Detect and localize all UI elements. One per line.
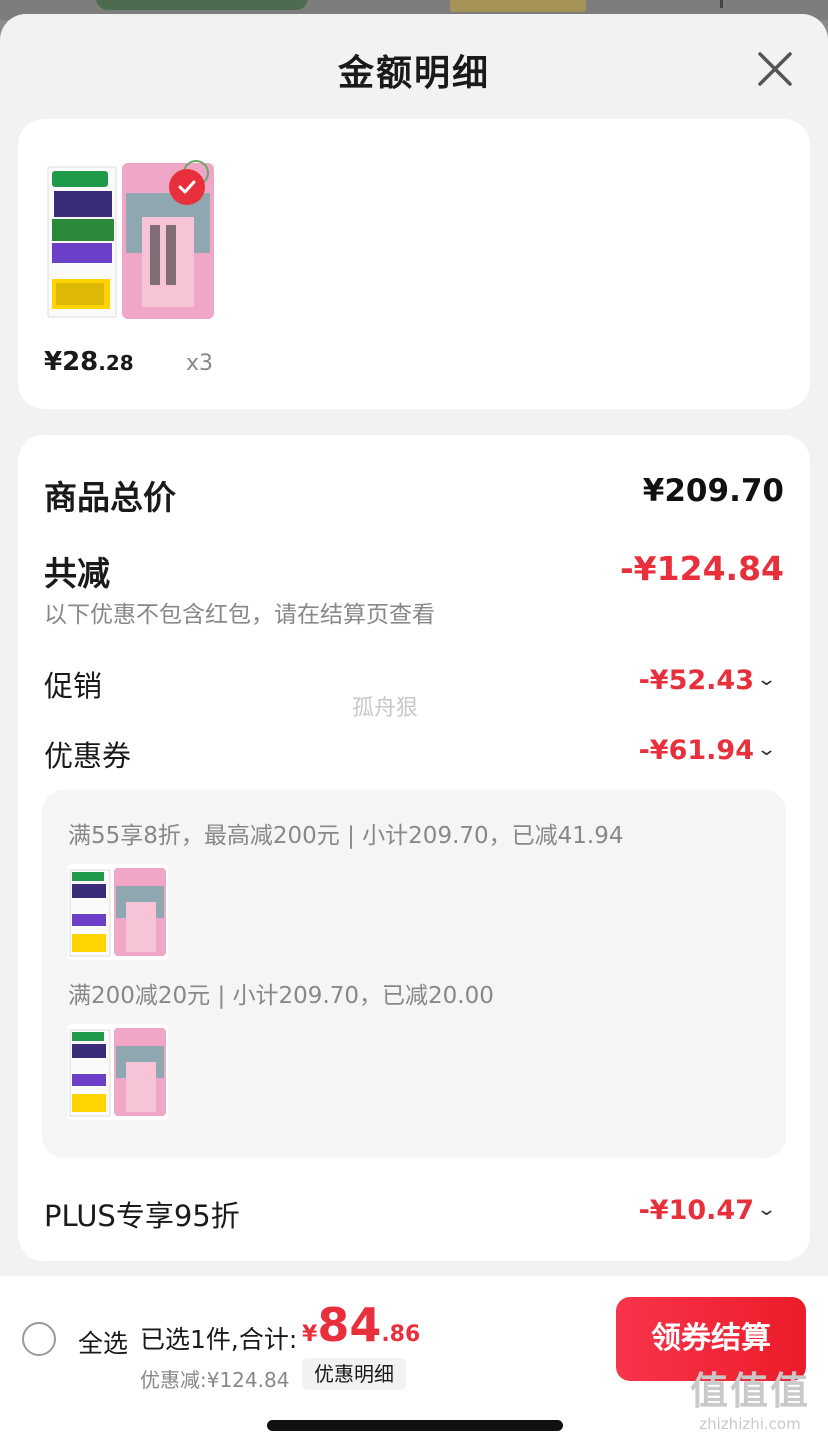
- promo-chevron-down-icon[interactable]: ⌄: [756, 669, 777, 690]
- total-price-value: ¥209.70: [642, 473, 784, 509]
- discount-detail-button[interactable]: 优惠明细: [302, 1358, 406, 1390]
- selected-count-text: 已选1件,合计:: [140, 1325, 298, 1354]
- site-domain: zhizhizhi.com: [699, 1415, 801, 1433]
- select-all-label[interactable]: 全选: [78, 1324, 128, 1360]
- total-int: 84: [317, 1298, 382, 1352]
- sheet-title: 金额明细: [337, 53, 490, 94]
- amount-detail-sheet: 金额明细 ¥28.28 x3 商品总价 ¥209.70 共减 -¥124.84 …: [0, 14, 828, 1448]
- plus-discount-label: PLUS专享95折: [44, 1199, 240, 1233]
- price-detail-card: 商品总价 ¥209.70 共减 -¥124.84 以下优惠不包含红包，请在结算页…: [18, 435, 810, 1261]
- background-pill: [96, 0, 308, 10]
- coupon-value[interactable]: -¥61.94: [639, 735, 754, 766]
- close-icon[interactable]: [752, 46, 798, 92]
- total-currency: ¥: [302, 1322, 318, 1347]
- total-reduce-label: 共减: [44, 554, 110, 593]
- promo-value[interactable]: -¥52.43: [639, 665, 754, 696]
- coupon-product-thumbnail: [68, 864, 168, 960]
- coupon-line: 满55享8折，最高减200元 | 小计209.70，已减41.94: [68, 823, 624, 849]
- background-bar: [720, 0, 723, 8]
- coupon-breakdown-box: 满55享8折，最高减200元 | 小计209.70，已减41.94 满200减2…: [42, 790, 786, 1158]
- unit-price-int: ¥28: [44, 347, 99, 377]
- coupon-line: 满200减20元 | 小计209.70，已减20.00: [68, 983, 494, 1009]
- total-reduce-value: -¥124.84: [619, 549, 784, 588]
- product-card: ¥28.28 x3: [18, 119, 810, 409]
- total-amount: ¥84.86: [302, 1298, 420, 1352]
- watermark-text: 孤舟狠: [352, 696, 419, 721]
- plus-discount-value[interactable]: -¥10.47: [639, 1195, 754, 1226]
- site-logo: 值值值: [689, 1369, 810, 1413]
- coupon-chevron-down-icon[interactable]: ⌄: [756, 739, 777, 760]
- reduce-note: 以下优惠不包含红包，请在结算页查看: [44, 602, 435, 628]
- total-price-label: 商品总价: [44, 478, 176, 517]
- discount-text: 优惠减:¥124.84: [140, 1368, 290, 1392]
- total-dec: .86: [381, 1322, 421, 1347]
- coupon-product-thumbnail: [68, 1024, 168, 1120]
- home-indicator: [267, 1420, 563, 1431]
- unit-price: ¥28.28: [44, 347, 134, 377]
- promo-label: 促销: [44, 669, 103, 703]
- unit-price-dec: .28: [98, 351, 134, 375]
- plus-chevron-down-icon[interactable]: ⌄: [756, 1199, 777, 1220]
- select-all-radio[interactable]: [22, 1322, 56, 1356]
- site-watermark: 值值值 zhizhizhi.com: [676, 1360, 824, 1433]
- coupon-label: 优惠券: [44, 739, 132, 773]
- selected-check-icon[interactable]: [169, 169, 205, 205]
- quantity: x3: [186, 351, 214, 376]
- background-plus-tag: [450, 0, 586, 12]
